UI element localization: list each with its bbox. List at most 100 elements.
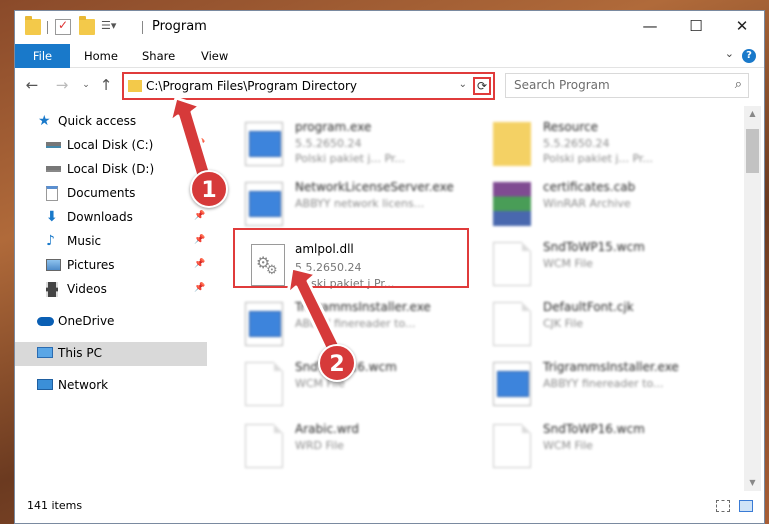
chevron-down-icon[interactable]: ⌄ — [459, 79, 467, 90]
sidebar-item-pictures[interactable]: Pictures 📌 — [15, 254, 207, 278]
file-item[interactable]: program.exe 5.5.2650.24 Polski pakiet j.… — [237, 116, 477, 172]
tab-file[interactable]: File — [15, 44, 70, 68]
file-item[interactable]: DefaultFont.cjk CJK File — [485, 296, 725, 352]
folder-icon — [493, 122, 531, 166]
sidebar-item-label: Local Disk (C:) — [67, 138, 154, 152]
file-description: Polski pakiet j... Pr... — [295, 152, 405, 165]
file-type: ABBYY network licens... — [295, 197, 425, 210]
file-type: ABBYY finereader to... — [543, 377, 664, 390]
file-type: CJK File — [543, 317, 584, 330]
properties-icon[interactable]: ✓ — [55, 18, 71, 35]
sidebar-item-videos[interactable]: Videos 📌 — [15, 278, 207, 302]
pictures-icon — [46, 259, 61, 271]
maximize-button[interactable]: ☐ — [673, 11, 719, 42]
divider — [47, 21, 48, 34]
details-view-icon[interactable] — [716, 500, 730, 512]
cloud-icon — [37, 317, 54, 326]
file-name: TrigrammsInstaller.exe — [543, 360, 679, 374]
sidebar-item-network[interactable]: Network — [15, 374, 207, 398]
file-name: certificates.cab — [543, 180, 636, 194]
tab-view[interactable]: View — [201, 44, 228, 68]
drive-icon — [46, 166, 61, 172]
recent-locations-icon[interactable]: ⌄ — [77, 76, 95, 94]
music-icon: ♪ — [46, 233, 55, 249]
file-name: Resource — [543, 120, 599, 134]
file-icon — [493, 242, 531, 286]
file-icon — [493, 424, 531, 468]
file-item[interactable]: TrigrammsInstaller.exe ABBYY finereader … — [485, 356, 725, 412]
star-icon: ★ — [38, 113, 51, 129]
file-icon — [245, 362, 283, 406]
program-icon — [245, 122, 283, 166]
file-item[interactable]: NetworkLicenseServer.exe ABBYY network l… — [237, 176, 477, 232]
search-input[interactable]: Search Program ⌕ — [505, 73, 749, 98]
program-icon — [493, 362, 531, 406]
close-button[interactable]: ✕ — [719, 11, 765, 42]
file-item[interactable]: Resource 5.5.2650.24 Polski pakiet j... … — [485, 116, 725, 172]
title-bar: ✓ ☰▾ Program — ☐ ✕ — [15, 11, 764, 44]
tab-share[interactable]: Share — [142, 44, 175, 68]
refresh-icon[interactable]: ⟳ — [473, 77, 491, 95]
file-type: WCM File — [543, 257, 593, 270]
back-arrow-icon[interactable]: ← — [23, 76, 41, 94]
sidebar-item-onedrive[interactable]: OneDrive — [15, 310, 207, 334]
navigation-row: ← → ⌄ ↑ C:\Program Files\Program Directo… — [15, 70, 764, 102]
file-item[interactable]: Arabic.wrd WRD File — [237, 418, 477, 474]
file-item[interactable]: SndToWP16.wcm WCM File — [485, 418, 725, 474]
file-item[interactable]: certificates.cab WinRAR Archive — [485, 176, 725, 232]
customize-toolbar-icon[interactable]: ☰▾ — [101, 19, 117, 35]
file-name: Arabic.wrd — [295, 422, 360, 436]
vertical-scrollbar[interactable]: ▲ ▼ — [744, 106, 761, 491]
search-placeholder: Search Program — [514, 78, 610, 92]
new-folder-icon[interactable] — [79, 16, 95, 35]
tab-home[interactable]: Home — [84, 44, 118, 68]
annotation-arrow-1 — [168, 96, 220, 204]
program-icon — [245, 302, 283, 346]
network-icon — [37, 379, 53, 390]
sidebar-item-label: Local Disk (D:) — [67, 162, 155, 176]
file-description: Polski pakiet j... Pr... — [543, 152, 653, 165]
sidebar-item-this-pc[interactable]: This PC — [15, 342, 207, 366]
sidebar-item-label: Network — [58, 378, 109, 392]
step-badge-2: 2 — [318, 344, 356, 382]
up-arrow-icon[interactable]: ↑ — [97, 76, 115, 94]
sidebar-item-label: Documents — [67, 186, 136, 200]
scroll-up-icon[interactable]: ▲ — [744, 106, 761, 122]
sidebar-item-label: This PC — [58, 346, 102, 360]
file-name: DefaultFont.cjk — [543, 300, 634, 314]
pin-icon[interactable]: 📌 — [194, 235, 205, 245]
file-name: SndToWP15.wcm — [543, 240, 645, 254]
search-icon[interactable]: ⌕ — [735, 77, 742, 92]
file-name: program.exe — [295, 120, 372, 134]
scroll-down-icon[interactable]: ▼ — [744, 475, 761, 491]
scrollbar-thumb[interactable] — [746, 129, 759, 173]
large-icons-view-icon[interactable] — [739, 500, 753, 512]
documents-icon — [46, 186, 58, 201]
ribbon-tabs: File Home Share View ⌄ ? — [15, 44, 764, 68]
file-item[interactable]: SndToWP15.wcm WCM File — [485, 236, 725, 292]
archive-icon — [493, 182, 531, 226]
sidebar-item-label: Downloads — [67, 210, 133, 224]
forward-arrow-icon[interactable]: → — [53, 76, 71, 94]
sidebar-item-music[interactable]: ♪ Music 📌 — [15, 230, 207, 254]
file-name: NetworkLicenseServer.exe — [295, 180, 454, 194]
item-count: 141 items — [27, 499, 83, 512]
sidebar-item-label: Music — [67, 234, 102, 248]
chevron-down-icon[interactable]: ⌄ — [725, 47, 734, 60]
videos-icon — [46, 282, 58, 297]
folder-icon — [128, 80, 142, 92]
file-name: SndToWP16.wcm — [543, 422, 645, 436]
file-icon — [245, 424, 283, 468]
sidebar-item-label: OneDrive — [58, 314, 115, 328]
status-bar: 141 items — [15, 492, 764, 522]
minimize-button[interactable]: — — [627, 11, 673, 42]
file-version: 5.5.2650.24 — [295, 137, 362, 150]
download-icon: ⬇ — [46, 209, 58, 225]
help-icon[interactable]: ? — [742, 49, 756, 63]
sidebar-item-label: Videos — [67, 282, 107, 296]
divider — [142, 21, 143, 34]
drive-icon — [46, 142, 61, 148]
pin-icon[interactable]: 📌 — [194, 259, 205, 269]
file-type: WCM File — [543, 439, 593, 452]
pin-icon[interactable]: 📌 — [194, 283, 205, 293]
